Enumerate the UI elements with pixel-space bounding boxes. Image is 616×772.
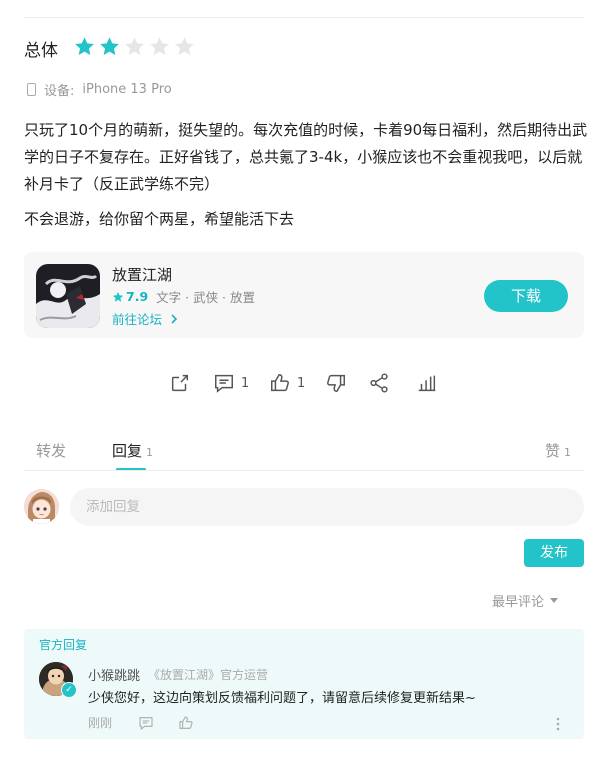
tab-repost[interactable]: 转发 bbox=[36, 440, 66, 461]
game-icon[interactable] bbox=[36, 264, 100, 328]
star-empty-icon bbox=[125, 37, 144, 55]
like-button[interactable]: 1 bbox=[269, 372, 305, 394]
game-name[interactable]: 放置江湖 bbox=[112, 264, 172, 285]
chevron-right-icon bbox=[171, 314, 178, 324]
thumbs-up-icon bbox=[271, 374, 289, 392]
device-label: 设备: bbox=[44, 84, 75, 99]
official-reply-label: 官方回复 bbox=[39, 638, 88, 652]
game-score: 7.9 bbox=[126, 289, 149, 304]
sort-label: 最早评论 bbox=[492, 595, 545, 610]
device-value: iPhone 13 Pro bbox=[82, 82, 172, 97]
star-icon bbox=[112, 291, 124, 302]
comment-icon[interactable] bbox=[138, 715, 154, 731]
top-divider bbox=[24, 17, 584, 18]
comment-icon bbox=[215, 374, 233, 393]
comment-button[interactable]: 1 bbox=[213, 372, 249, 394]
reply-count: 1 bbox=[146, 446, 154, 459]
official-reply: 官方回复 ✓ 小猴跳跳 《放置江湖》官方运营 少侠您好，这边向策划反馈福利问题了… bbox=[24, 629, 584, 739]
device-info: 设备: iPhone 13 Pro bbox=[24, 80, 172, 99]
comment-count: 1 bbox=[241, 375, 250, 391]
official-tag: 《放置江湖》官方运营 bbox=[148, 668, 269, 682]
game-card[interactable]: 放置江湖 7.9 文字 · 武侠 · 放置 前往论坛 下载 bbox=[24, 252, 584, 338]
official-author: 小猴跳跳 《放置江湖》官方运营 bbox=[88, 665, 268, 684]
official-reply-footer: 刚刚 bbox=[88, 714, 194, 731]
thumbs-down-icon bbox=[327, 374, 345, 392]
forum-link[interactable]: 前往论坛 bbox=[112, 309, 179, 328]
network-share-button[interactable] bbox=[368, 372, 390, 394]
star-empty-icon bbox=[175, 37, 194, 55]
sort-dropdown[interactable]: 最早评论 bbox=[492, 591, 559, 610]
tabs-divider bbox=[24, 470, 584, 471]
star-rating bbox=[74, 36, 195, 57]
verified-check-icon: ✓ bbox=[61, 682, 77, 698]
star-filled-icon bbox=[100, 37, 119, 55]
dislike-button[interactable] bbox=[325, 372, 347, 394]
official-reply-time: 刚刚 bbox=[88, 716, 113, 730]
action-bar: 1 1 bbox=[0, 372, 616, 396]
avatar bbox=[24, 489, 59, 524]
share-button[interactable] bbox=[169, 372, 191, 394]
tab-likes[interactable]: 赞1 bbox=[545, 440, 571, 461]
review-paragraph: 不会退游，给你留个两星，希望能活下去 bbox=[24, 210, 295, 228]
like-count: 1 bbox=[297, 375, 306, 391]
phone-icon bbox=[27, 83, 36, 96]
more-options-icon[interactable] bbox=[556, 716, 560, 735]
game-tags: 文字 · 武侠 · 放置 bbox=[156, 290, 255, 305]
review-paragraph: 只玩了10个月的萌新，挺失望的。每次充值的时候，卡着90每日福利，然后期待出武学… bbox=[24, 121, 588, 193]
game-meta: 7.9 文字 · 武侠 · 放置 bbox=[112, 287, 255, 306]
publish-button[interactable]: 发布 bbox=[524, 539, 584, 567]
likes-count: 1 bbox=[564, 446, 572, 459]
reply-input[interactable] bbox=[70, 488, 584, 526]
star-filled-icon bbox=[75, 37, 94, 55]
tab-reply[interactable]: 回复 1 bbox=[112, 440, 153, 461]
share-out-icon bbox=[171, 374, 189, 392]
star-empty-icon bbox=[150, 37, 169, 55]
thumbs-up-icon[interactable] bbox=[178, 715, 194, 731]
rating-label: 总体 bbox=[24, 41, 58, 61]
share-nodes-icon bbox=[370, 373, 388, 393]
download-button[interactable]: 下载 bbox=[484, 280, 568, 312]
official-name[interactable]: 小猴跳跳 bbox=[88, 665, 140, 684]
official-reply-text: 少侠您好，这边向策划反馈福利问题了，请留意后续修复更新结果~ bbox=[88, 691, 476, 706]
bar-chart-icon bbox=[418, 375, 436, 392]
stats-button[interactable] bbox=[416, 372, 438, 394]
caret-down-icon bbox=[550, 598, 559, 603]
